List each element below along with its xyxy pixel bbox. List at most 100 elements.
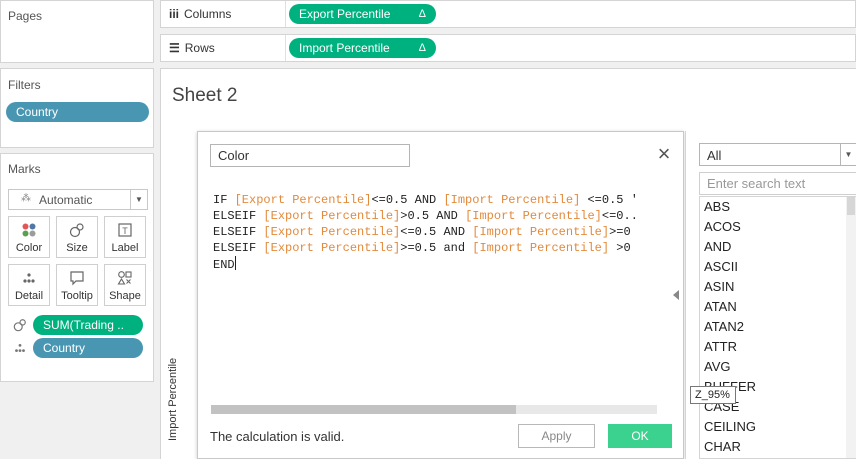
filter-pill-country[interactable]: Country	[6, 102, 149, 122]
formula-token: <=0.5 '	[580, 193, 638, 207]
chevron-down-icon: ▼	[130, 190, 147, 209]
functions-panel: All ▼ ABSACOSANDASCIIASINATANATAN2ATTRAV…	[685, 131, 856, 459]
formula-token: ELSEIF	[213, 209, 264, 223]
formula-token: ELSEIF	[213, 225, 264, 239]
formula-line: ELSEIF [Export Percentile]<=0.5 AND [Imp…	[213, 224, 675, 240]
validation-status: The calculation is valid.	[210, 429, 345, 444]
export-percentile-label: Export Percentile	[299, 7, 391, 21]
formula-token: <=0.5 AND	[400, 225, 473, 239]
color-dots-icon	[9, 222, 49, 240]
marks-type-dropdown[interactable]: ⁂ Automatic ▼	[8, 189, 148, 210]
function-list-item[interactable]: ACOS	[700, 217, 856, 237]
function-list: ABSACOSANDASCIIASINATANATAN2ATTRAVGBUFFE…	[699, 196, 856, 459]
export-percentile-pill[interactable]: Export Percentile Δ	[289, 4, 436, 24]
formula-line: ELSEIF [Export Percentile]>0.5 AND [Impo…	[213, 208, 675, 224]
color-button[interactable]: Color	[8, 216, 50, 258]
label-icon: T	[105, 222, 145, 240]
columns-icon: iii	[169, 7, 180, 21]
chevron-down-icon: ▼	[840, 144, 856, 165]
formula-token: IF	[213, 193, 235, 207]
close-icon[interactable]: ×	[654, 143, 674, 165]
shelf-divider	[285, 1, 286, 27]
pages-card: Pages	[0, 0, 154, 63]
svg-text:T: T	[122, 226, 128, 236]
function-list-item[interactable]: ASCII	[700, 257, 856, 277]
hover-tooltip: Z_95%	[690, 386, 736, 404]
marks-title: Marks	[8, 162, 41, 176]
apply-button[interactable]: Apply	[518, 424, 595, 448]
field-reference: [Export Percentile]	[234, 193, 372, 207]
import-percentile-pill[interactable]: Import Percentile Δ	[289, 38, 436, 58]
formula-line: ELSEIF [Export Percentile]>=0.5 and [Imp…	[213, 240, 675, 256]
detail-button[interactable]: Detail	[8, 264, 50, 306]
ok-button[interactable]: OK	[608, 424, 672, 448]
vertical-scrollbar[interactable]	[846, 197, 856, 458]
sheet-title: Sheet 2	[172, 85, 238, 106]
label-button[interactable]: T Label	[104, 216, 146, 258]
formula-token: <=0.5 AND	[371, 193, 444, 207]
formula-token: >=0.5 and	[400, 241, 473, 255]
tooltip-label: Tooltip	[61, 290, 93, 302]
function-list-item[interactable]: ATAN	[700, 297, 856, 317]
delta-icon: Δ	[418, 42, 426, 54]
size-icon	[13, 318, 27, 335]
rows-icon: ☰	[169, 41, 180, 55]
calculation-editor-dialog: × IF [Export Percentile]<=0.5 AND [Impor…	[197, 131, 684, 459]
function-search-input[interactable]	[699, 172, 856, 195]
function-list-item[interactable]: AVG	[700, 357, 856, 377]
filters-card: Filters Country	[0, 68, 154, 148]
size-icon	[57, 222, 97, 240]
field-reference: [Import Percentile]	[465, 209, 602, 223]
tooltip-icon	[57, 270, 97, 288]
mark-pill-row-detail: Country	[13, 338, 145, 358]
y-axis-label: Import Percentile	[167, 357, 179, 441]
sum-trading-pill[interactable]: SUM(Trading ..	[33, 315, 143, 335]
pages-title: Pages	[8, 9, 43, 23]
country-detail-pill[interactable]: Country	[33, 338, 143, 358]
size-button[interactable]: Size	[56, 216, 98, 258]
horizontal-scrollbar[interactable]	[211, 405, 657, 414]
formula-token: ELSEIF	[213, 241, 264, 255]
formula-token: >0.5 AND	[400, 209, 466, 223]
scrollbar-thumb[interactable]	[211, 405, 516, 414]
function-list-item[interactable]: ATAN2	[700, 317, 856, 337]
formula-editor[interactable]: IF [Export Percentile]<=0.5 AND [Import …	[213, 192, 675, 282]
columns-shelf-label: iii Columns	[169, 7, 231, 21]
shape-label: Shape	[109, 290, 141, 302]
text-cursor	[234, 256, 236, 270]
function-list-item[interactable]: ABS	[700, 197, 856, 217]
function-list-item[interactable]: AND	[700, 237, 856, 257]
label-label: Label	[111, 242, 139, 254]
formula-line: IF [Export Percentile]<=0.5 AND [Import …	[213, 192, 675, 208]
size-label: Size	[66, 242, 88, 254]
rows-shelf-label: ☰ Rows	[169, 41, 215, 55]
rows-shelf[interactable]: ☰ Rows Import Percentile Δ	[160, 34, 856, 62]
function-category-dropdown[interactable]: All ▼	[699, 143, 856, 166]
automatic-mark-icon: ⁂	[21, 193, 31, 204]
mark-pill-row-size: SUM(Trading ..	[13, 315, 145, 335]
shape-icon	[105, 270, 145, 288]
detail-label: Detail	[14, 290, 44, 302]
function-list-item[interactable]: ATTR	[700, 337, 856, 357]
calculation-name-input[interactable]	[210, 144, 410, 167]
function-list-item[interactable]: ASIN	[700, 277, 856, 297]
shape-button[interactable]: Shape	[104, 264, 146, 306]
color-label: Color	[15, 242, 43, 254]
rows-label: Rows	[184, 41, 215, 55]
shelf-divider	[285, 35, 286, 61]
field-reference: [Import Percentile]	[472, 225, 610, 239]
detail-icon	[9, 270, 49, 288]
collapse-panel-icon[interactable]	[673, 290, 679, 300]
field-reference: [Import Percentile]	[443, 193, 581, 207]
function-list-item[interactable]: CEILING	[700, 417, 856, 437]
field-reference: [Export Percentile]	[263, 241, 401, 255]
function-list-item[interactable]: CHAR	[700, 437, 856, 457]
formula-token: <=0..	[601, 209, 638, 223]
formula-token: END	[213, 258, 235, 272]
tooltip-button[interactable]: Tooltip	[56, 264, 98, 306]
columns-label: Columns	[184, 7, 232, 21]
columns-shelf[interactable]: iii Columns Export Percentile Δ	[160, 0, 856, 28]
scrollbar-thumb[interactable]	[847, 197, 855, 215]
field-reference: [Import Percentile]	[472, 241, 610, 255]
formula-token: >0	[609, 241, 631, 255]
